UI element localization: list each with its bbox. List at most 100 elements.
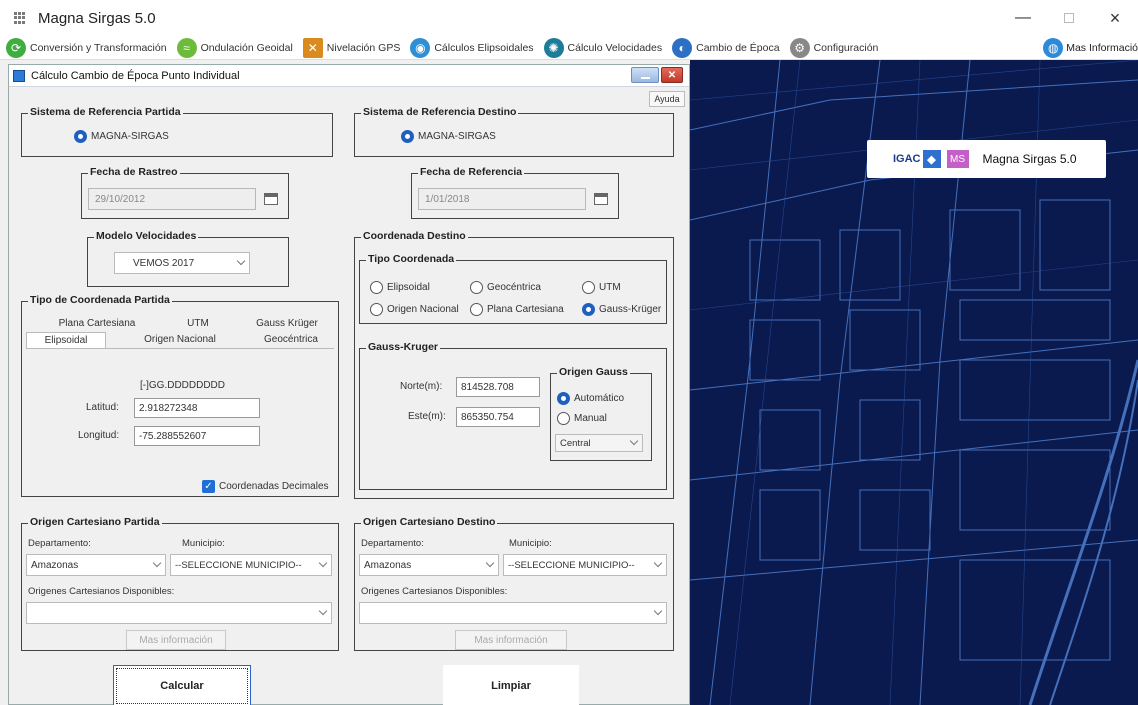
chevron-down-icon <box>653 558 663 568</box>
ms-logo: MS <box>946 150 969 168</box>
tab-origen-nacional[interactable]: Origen Nacional <box>132 332 228 348</box>
radio-dot <box>582 281 595 294</box>
fecha-referencia-group: Fecha de Referencia 1/01/2018 <box>411 166 619 219</box>
cart-partida-group: Origen Cartesiano Partida Departamento: … <box>21 516 339 651</box>
geoid-icon: ≈ <box>176 37 197 58</box>
menu-velocidades[interactable]: ✺ Cálculo Velocidades <box>543 37 662 58</box>
tab-utm[interactable]: UTM <box>168 316 228 332</box>
menu-ondulacion[interactable]: ≈ Ondulación Geoidal <box>176 37 293 58</box>
menu-bar: ⟳ Conversión y Transformación ≈ Ondulaci… <box>0 36 1138 60</box>
dialog-minimize-button[interactable] <box>631 67 659 83</box>
close-button[interactable]: × <box>1092 0 1138 36</box>
latitud-input[interactable]: 2.918272348 <box>134 398 260 418</box>
chevron-down-icon <box>629 436 639 446</box>
radio-elipsoidal[interactable]: Elipsoidal <box>370 281 430 294</box>
origenes-disponibles-label: Origenes Cartesianos Disponibles: <box>361 586 508 597</box>
mas-informacion-destino-button[interactable]: Mas información <box>455 630 567 650</box>
minimize-button[interactable]: — <box>1000 0 1046 36</box>
dialog-icon <box>13 69 25 82</box>
departamento-select[interactable]: Amazonas <box>26 554 166 576</box>
mas-informacion-partida-button[interactable]: Mas información <box>126 630 226 650</box>
radio-manual[interactable]: Manual <box>557 412 607 425</box>
origenes-disponibles-label: Origenes Cartesianos Disponibles: <box>28 586 175 597</box>
este-output[interactable]: 865350.754 <box>456 407 540 427</box>
modelo-velocidades-select[interactable]: VEMOS 2017 <box>114 252 250 274</box>
epoch-icon: ◐ <box>672 37 693 58</box>
tab-elipsoidal[interactable]: Elipsoidal <box>26 332 106 348</box>
departamento-label: Departamento: <box>361 538 424 549</box>
banner-title: Magna Sirgas 5.0 <box>982 152 1077 166</box>
latitud-label: Latitud: <box>86 402 119 413</box>
help-button[interactable]: Ayuda <box>649 91 685 107</box>
menu-elipsoidales[interactable]: ◉ Cálculos Elipsoidales <box>410 37 534 58</box>
menu-nivelacion[interactable]: ✕ Nivelación GPS <box>302 37 400 58</box>
radio-dot <box>370 281 383 294</box>
cart-destino-group: Origen Cartesiano Destino Departamento: … <box>354 516 674 651</box>
menu-conversion[interactable]: ⟳ Conversión y Transformación <box>6 37 167 58</box>
departamento-label: Departamento: <box>28 538 91 549</box>
menu-configuracion[interactable]: ⚙ Configuración <box>789 37 878 58</box>
radio-automatico[interactable]: Automático <box>557 392 624 405</box>
tab-divider <box>26 348 334 349</box>
ref-destino-group: Sistema de Referencia Destino MAGNA-SIRG… <box>354 106 674 157</box>
title-bar: Magna Sirgas 5.0 — × <box>0 0 1138 36</box>
municipio-label: Municipio: <box>509 538 552 549</box>
gps-level-icon: ✕ <box>302 37 323 58</box>
radio-utm[interactable]: UTM <box>582 281 621 294</box>
fecha-referencia-input[interactable]: 1/01/2018 <box>418 188 586 210</box>
gauss-kruger-group: Gauss-Kruger Norte(m): 814528.708 Este(m… <box>359 341 667 490</box>
ellipsoid-icon: ◉ <box>410 37 431 58</box>
coord-destino-group: Coordenada Destino Tipo Coordenada Elips… <box>354 230 674 499</box>
municipio-label: Municipio: <box>182 538 225 549</box>
modelo-velocidades-group: Modelo Velocidades VEMOS 2017 <box>87 230 289 287</box>
calendar-icon[interactable] <box>594 193 608 205</box>
dialog-title-bar: Cálculo Cambio de Época Punto Individual… <box>9 65 689 87</box>
radio-dot <box>582 303 595 316</box>
radio-gauss-kruger[interactable]: Gauss-Krüger <box>582 303 661 316</box>
dialog-close-button[interactable]: ✕ <box>661 67 683 83</box>
coordenadas-decimales-checkbox[interactable]: ✓ Coordenadas Decimales <box>202 480 329 493</box>
calcular-button[interactable]: Calcular <box>113 665 251 705</box>
municipio-select[interactable]: --SELECCIONE MUNICIPIO-- <box>170 554 332 576</box>
ref-destino-magna-radio[interactable]: MAGNA-SIRGAS <box>401 130 496 143</box>
chevron-down-icon <box>318 606 328 616</box>
longitud-input[interactable]: -75.288552607 <box>134 426 260 446</box>
fecha-rastreo-input[interactable]: 29/10/2012 <box>88 188 256 210</box>
ref-partida-magna-radio[interactable]: MAGNA-SIRGAS <box>74 130 169 143</box>
chevron-down-icon <box>485 558 495 568</box>
menu-cambio-epoca[interactable]: ◐ Cambio de Época <box>672 37 780 58</box>
radio-dot <box>401 130 414 143</box>
municipio-destino-select[interactable]: --SELECCIONE MUNICIPIO-- <box>503 554 667 576</box>
globe-icon: ◍ <box>1043 38 1064 58</box>
ref-partida-group: Sistema de Referencia Partida MAGNA-SIRG… <box>21 106 333 157</box>
chevron-down-icon <box>236 256 246 266</box>
chevron-down-icon <box>653 606 663 616</box>
origenes-disponibles-select[interactable] <box>26 602 332 624</box>
origen-gauss-group: Origen Gauss Automático Manual Central <box>550 366 652 461</box>
departamento-destino-select[interactable]: Amazonas <box>359 554 499 576</box>
chevron-down-icon <box>152 558 162 568</box>
tab-gauss-kruger[interactable]: Gauss Krüger <box>242 316 332 332</box>
tab-plana-cartesiana[interactable]: Plana Cartesiana <box>42 316 152 332</box>
radio-dot <box>557 412 570 425</box>
calendar-icon[interactable] <box>264 193 278 205</box>
norte-output[interactable]: 814528.708 <box>456 377 540 397</box>
tab-geocentrica[interactable]: Geocéntrica <box>248 332 334 348</box>
radio-plana-cartesiana[interactable]: Plana Cartesiana <box>470 303 564 316</box>
limpiar-button[interactable]: Limpiar <box>443 665 579 705</box>
radio-geocentrica[interactable]: Geocéntrica <box>470 281 541 294</box>
maximize-icon <box>1064 13 1074 23</box>
origenes-disponibles-destino-select[interactable] <box>359 602 667 624</box>
conversion-icon: ⟳ <box>6 37 26 58</box>
radio-dot <box>370 303 383 316</box>
maximize-button[interactable] <box>1046 0 1092 36</box>
radio-dot <box>470 303 483 316</box>
velocity-icon: ✺ <box>543 37 564 58</box>
menu-mas-informacion[interactable]: ◍ Mas Informació <box>1043 36 1138 60</box>
este-label: Este(m): <box>408 411 446 422</box>
fecha-rastreo-group: Fecha de Rastreo 29/10/2012 <box>81 166 289 219</box>
radio-origen-nacional[interactable]: Origen Nacional <box>370 303 459 316</box>
chevron-down-icon <box>318 558 328 568</box>
origen-gauss-select[interactable]: Central <box>555 434 643 452</box>
dialog-title: Cálculo Cambio de Época Punto Individual <box>31 69 240 82</box>
